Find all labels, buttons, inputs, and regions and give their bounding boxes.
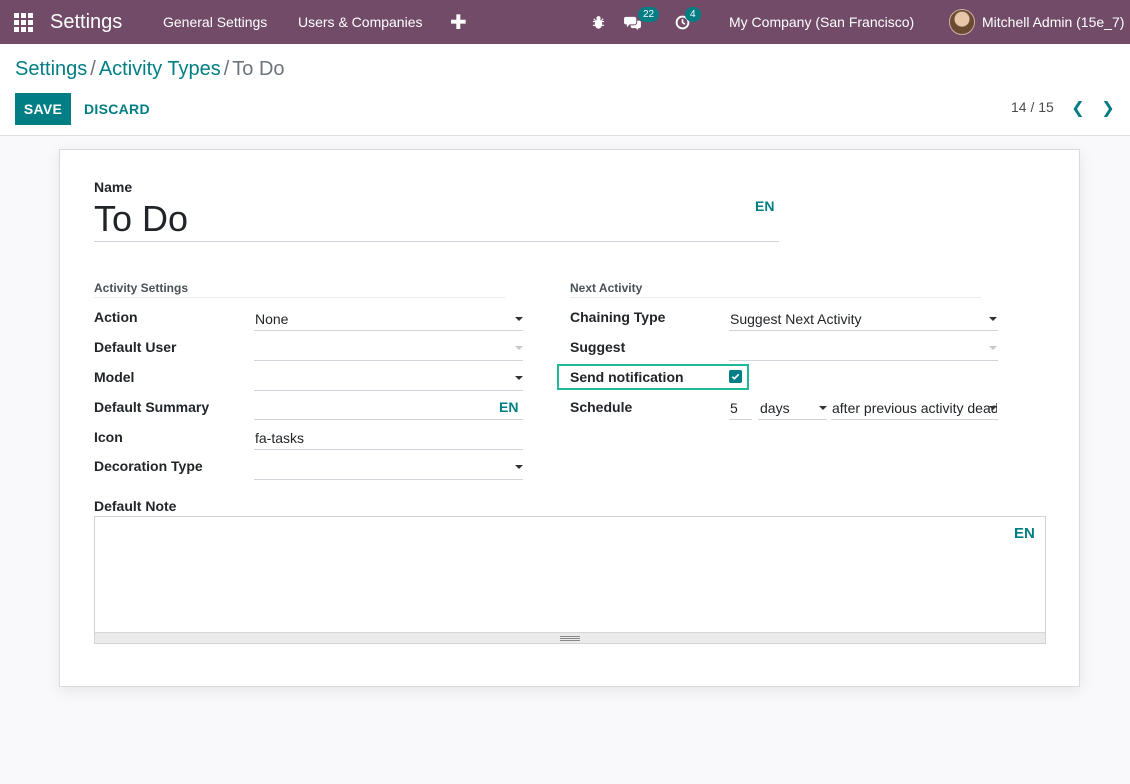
- pager-next-icon[interactable]: ❯: [1099, 98, 1117, 118]
- action-underline: [254, 330, 523, 331]
- summary-lang-button[interactable]: EN: [499, 399, 518, 415]
- icon-underline: [254, 449, 523, 450]
- note-resize-handle[interactable]: [95, 632, 1045, 643]
- default-summary-label: Default Summary: [94, 399, 210, 415]
- breadcrumb-settings[interactable]: Settings: [15, 58, 87, 80]
- schedule-count-input[interactable]: 5: [730, 400, 748, 416]
- breadcrumb-separator: /: [223, 58, 230, 80]
- chaining-type-underline: [729, 330, 998, 331]
- activities-count-badge: 4: [685, 7, 701, 22]
- default-user-dropdown-caret-icon[interactable]: [515, 346, 523, 350]
- schedule-unit-dropdown-caret-icon[interactable]: [819, 406, 827, 410]
- user-menu[interactable]: Mitchell Admin (15e_7): [982, 0, 1124, 44]
- form-sheet: Name To Do EN Activity Settings Action N…: [59, 149, 1080, 687]
- action-select[interactable]: None: [255, 311, 495, 327]
- pager-value[interactable]: 14 / 15: [1011, 99, 1054, 115]
- chaining-type-dropdown-caret-icon[interactable]: [989, 317, 997, 321]
- breadcrumb-current: To Do: [232, 58, 285, 80]
- chaining-type-label: Chaining Type: [570, 309, 666, 325]
- model-label: Model: [94, 369, 135, 385]
- schedule-from-select[interactable]: after previous activity deadline: [832, 400, 997, 416]
- schedule-count-underline: [729, 419, 752, 420]
- name-label: Name: [94, 179, 133, 195]
- plus-icon[interactable]: ✚: [450, 0, 467, 44]
- schedule-from-underline: [831, 419, 998, 420]
- next-activity-divider: [570, 297, 981, 298]
- model-dropdown-caret-icon[interactable]: [515, 376, 523, 380]
- menu-general-settings[interactable]: General Settings: [163, 0, 267, 44]
- note-lang-button[interactable]: EN: [1014, 525, 1035, 542]
- suggest-underline: [729, 360, 998, 361]
- save-button[interactable]: SAVE: [15, 93, 71, 125]
- name-lang-button[interactable]: EN: [755, 198, 774, 214]
- default-user-underline: [254, 360, 523, 361]
- model-underline: [254, 390, 523, 391]
- decoration-type-dropdown-caret-icon[interactable]: [515, 465, 523, 469]
- messages-count-badge: 22: [638, 7, 660, 22]
- menu-users-companies[interactable]: Users & Companies: [298, 0, 423, 44]
- decoration-type-underline: [254, 479, 523, 480]
- decoration-type-label: Decoration Type: [94, 458, 203, 474]
- chaining-type-select[interactable]: Suggest Next Activity: [730, 311, 975, 327]
- name-input[interactable]: To Do: [94, 198, 188, 240]
- activity-settings-divider: [94, 297, 505, 298]
- action-dropdown-caret-icon[interactable]: [515, 317, 523, 321]
- breadcrumb-activity-types[interactable]: Activity Types: [99, 58, 221, 80]
- activities-clock-icon[interactable]: [675, 0, 690, 44]
- app-name[interactable]: Settings: [50, 0, 122, 44]
- action-label: Action: [94, 309, 138, 325]
- suggest-dropdown-caret-icon[interactable]: [989, 346, 997, 350]
- user-avatar[interactable]: [949, 0, 975, 44]
- top-navbar: Settings General Settings Users & Compan…: [0, 0, 1130, 44]
- send-notification-label: Send notification: [570, 369, 684, 385]
- pager-previous-icon[interactable]: ❮: [1069, 98, 1087, 118]
- breadcrumb: Settings / Activity Types / To Do: [15, 58, 285, 81]
- control-panel: Settings / Activity Types / To Do SAVE DISCA…: [0, 44, 1130, 136]
- default-user-label: Default User: [94, 339, 177, 355]
- default-note-label: Default Note: [94, 498, 177, 514]
- name-underline: [94, 241, 779, 242]
- suggest-label: Suggest: [570, 339, 626, 355]
- schedule-unit-select[interactable]: days: [760, 400, 810, 416]
- messages-chat-icon[interactable]: [624, 0, 641, 44]
- default-note-editor[interactable]: EN: [94, 516, 1046, 644]
- checkmark-icon: [731, 373, 740, 380]
- icon-label: Icon: [94, 429, 123, 445]
- debug-bug-icon[interactable]: [591, 0, 606, 44]
- activity-settings-title: Activity Settings: [94, 281, 189, 295]
- breadcrumb-separator: /: [90, 58, 96, 80]
- next-activity-title: Next Activity: [570, 281, 643, 295]
- apps-menu-icon[interactable]: [14, 0, 34, 44]
- company-switcher[interactable]: My Company (San Francisco): [729, 0, 914, 44]
- icon-input[interactable]: fa-tasks: [255, 430, 515, 446]
- schedule-unit-underline: [758, 419, 827, 420]
- default-summary-underline: [254, 419, 523, 420]
- discard-button[interactable]: DISCARD: [78, 93, 156, 125]
- schedule-label: Schedule: [570, 399, 633, 415]
- schedule-from-dropdown-caret-icon[interactable]: [989, 406, 997, 410]
- send-notification-checkbox[interactable]: [729, 370, 742, 383]
